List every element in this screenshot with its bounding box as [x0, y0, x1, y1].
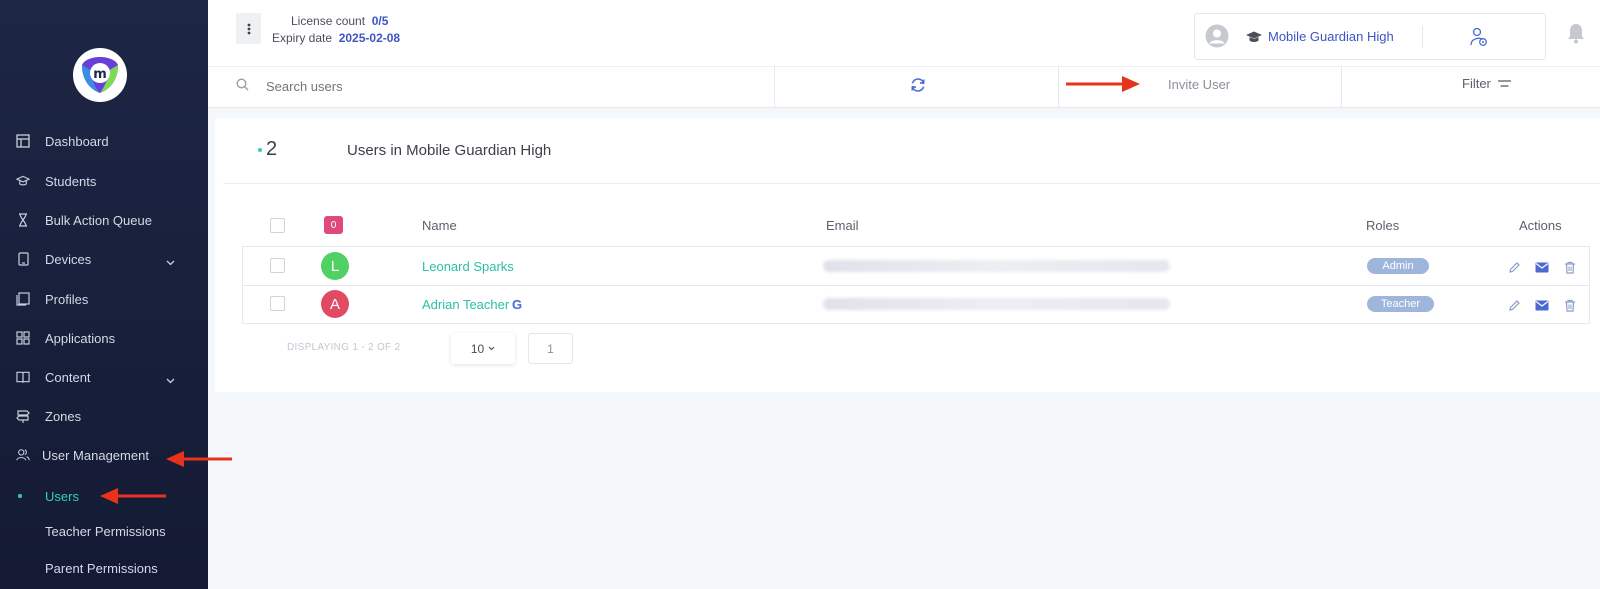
- sidebar-item-label: User Management: [42, 447, 149, 463]
- expiry-date-label: Expiry date: [272, 31, 333, 45]
- chevron-down-icon: [166, 372, 175, 387]
- sidebar-subitem-teacher-permissions[interactable]: Teacher Permissions: [0, 516, 208, 546]
- sidebar-item-label: Parent Permissions: [45, 560, 158, 576]
- trash-icon[interactable]: [1563, 260, 1577, 274]
- license-count: License count 0/5: [291, 14, 388, 28]
- sidebar-item-label: Students: [45, 173, 97, 189]
- school-box-divider: [1422, 26, 1423, 48]
- profiles-icon: [16, 292, 30, 306]
- card-divider: [223, 183, 1600, 184]
- page-size-select[interactable]: 10: [451, 333, 515, 364]
- search-input[interactable]: [266, 73, 746, 99]
- filter-label: Filter: [1462, 76, 1491, 91]
- selected-count-badge: 0: [324, 216, 343, 234]
- edit-icon[interactable]: [1507, 298, 1521, 312]
- annotation-arrow-icon: [100, 488, 166, 504]
- sidebar-item-label: Profiles: [45, 291, 89, 307]
- email-redacted: [823, 260, 1170, 272]
- vertical-dots-icon: [247, 23, 250, 34]
- email-icon[interactable]: [1535, 260, 1549, 274]
- sidebar-item-label: Users: [45, 488, 79, 504]
- toolbar-divider: [1341, 66, 1342, 108]
- sidebar-item-label: Applications: [45, 330, 116, 346]
- chevron-down-icon: [488, 346, 495, 351]
- user-name-link[interactable]: Adrian Teacher: [422, 297, 509, 312]
- sidebar-item-label: Dashboard: [45, 133, 109, 149]
- bell-icon[interactable]: [1567, 22, 1585, 49]
- more-options-button[interactable]: [236, 13, 261, 44]
- filter-button[interactable]: Filter: [1462, 76, 1511, 91]
- expiry-date: Expiry date 2025-02-08: [272, 31, 400, 45]
- sidebar-item-bulk-action-queue[interactable]: Bulk Action Queue: [0, 205, 208, 235]
- school-selector[interactable]: Mobile Guardian High: [1194, 13, 1546, 60]
- page-size-value: 10: [470, 341, 485, 356]
- shield-logo-icon: m: [82, 57, 118, 93]
- annotation-arrow-icon: [166, 451, 232, 467]
- refresh-icon: [911, 78, 925, 92]
- sidebar-item-label: Devices: [45, 251, 92, 267]
- sidebar-item-students[interactable]: Students: [0, 166, 208, 196]
- row-divider: [242, 285, 1590, 286]
- page-title: Users in Mobile Guardian High: [347, 142, 552, 159]
- trash-icon[interactable]: [1563, 298, 1577, 312]
- toolbar-divider: [774, 66, 775, 108]
- license-count-value: 0/5: [371, 14, 389, 28]
- sidebar-item-applications[interactable]: Applications: [0, 323, 208, 353]
- sidebar-item-dashboard[interactable]: Dashboard: [0, 126, 208, 156]
- role-badge: Teacher: [1367, 296, 1434, 312]
- expiry-date-value: 2025-02-08: [338, 31, 401, 45]
- mobile-guardian-logo[interactable]: m: [73, 48, 127, 102]
- sidebar-item-devices[interactable]: Devices: [0, 244, 208, 274]
- graduation-cap-icon: [1245, 30, 1263, 49]
- signpost-icon: [16, 409, 30, 423]
- school-name: Mobile Guardian High: [1268, 29, 1394, 44]
- row-checkbox[interactable]: [270, 296, 285, 311]
- column-header-name: Name: [422, 218, 457, 233]
- select-all-checkbox[interactable]: [270, 218, 285, 233]
- email-icon[interactable]: [1535, 298, 1549, 312]
- sidebar-item-label: Bulk Action Queue: [45, 212, 152, 228]
- column-header-actions: Actions: [1519, 218, 1562, 233]
- sidebar-item-content[interactable]: Content: [0, 362, 208, 392]
- active-indicator-dot: [18, 494, 22, 498]
- license-count-label: License count: [291, 14, 366, 28]
- chevron-down-icon: [166, 254, 175, 269]
- dashboard-icon: [16, 134, 30, 148]
- user-name-link[interactable]: Leonard Sparks: [422, 259, 514, 274]
- sidebar-item-label: Zones: [45, 408, 82, 424]
- refresh-button[interactable]: [910, 77, 926, 98]
- user-count: 2: [266, 138, 278, 160]
- edit-icon[interactable]: [1507, 260, 1521, 274]
- column-header-email: Email: [826, 218, 859, 233]
- sidebar-item-zones[interactable]: Zones: [0, 401, 208, 431]
- filter-lines-icon: [1497, 80, 1511, 87]
- search-icon: [236, 78, 249, 96]
- avatar: A: [321, 290, 349, 318]
- toolbar-divider: [1058, 66, 1059, 108]
- graduation-cap-icon: [16, 174, 30, 188]
- page-number-button[interactable]: 1: [528, 333, 573, 364]
- annotation-arrow-icon: [1066, 76, 1140, 92]
- google-icon: G: [512, 297, 523, 312]
- pagination-summary: DISPLAYING 1 - 2 OF 2: [287, 342, 401, 353]
- hourglass-icon: [16, 213, 30, 227]
- users-icon: [16, 448, 30, 462]
- email-redacted: [823, 298, 1170, 310]
- count-indicator-dot: [258, 148, 262, 152]
- svg-text:m: m: [93, 67, 107, 82]
- sidebar-item-label: Content: [45, 369, 91, 385]
- sidebar-item-profiles[interactable]: Profiles: [0, 284, 208, 314]
- book-icon: [16, 370, 30, 384]
- row-checkbox[interactable]: [270, 258, 285, 273]
- invite-user-button[interactable]: Invite User: [1168, 77, 1230, 92]
- sidebar-subitem-parent-permissions[interactable]: Parent Permissions: [0, 553, 208, 583]
- grid-icon: [16, 331, 30, 345]
- role-badge: Admin: [1367, 258, 1429, 274]
- user-settings-icon[interactable]: [1470, 27, 1488, 52]
- user-avatar-icon: [1205, 24, 1229, 53]
- tablet-icon: [16, 252, 30, 266]
- avatar: L: [321, 252, 349, 280]
- sidebar-item-label: Teacher Permissions: [45, 523, 166, 539]
- column-header-roles: Roles: [1366, 218, 1400, 233]
